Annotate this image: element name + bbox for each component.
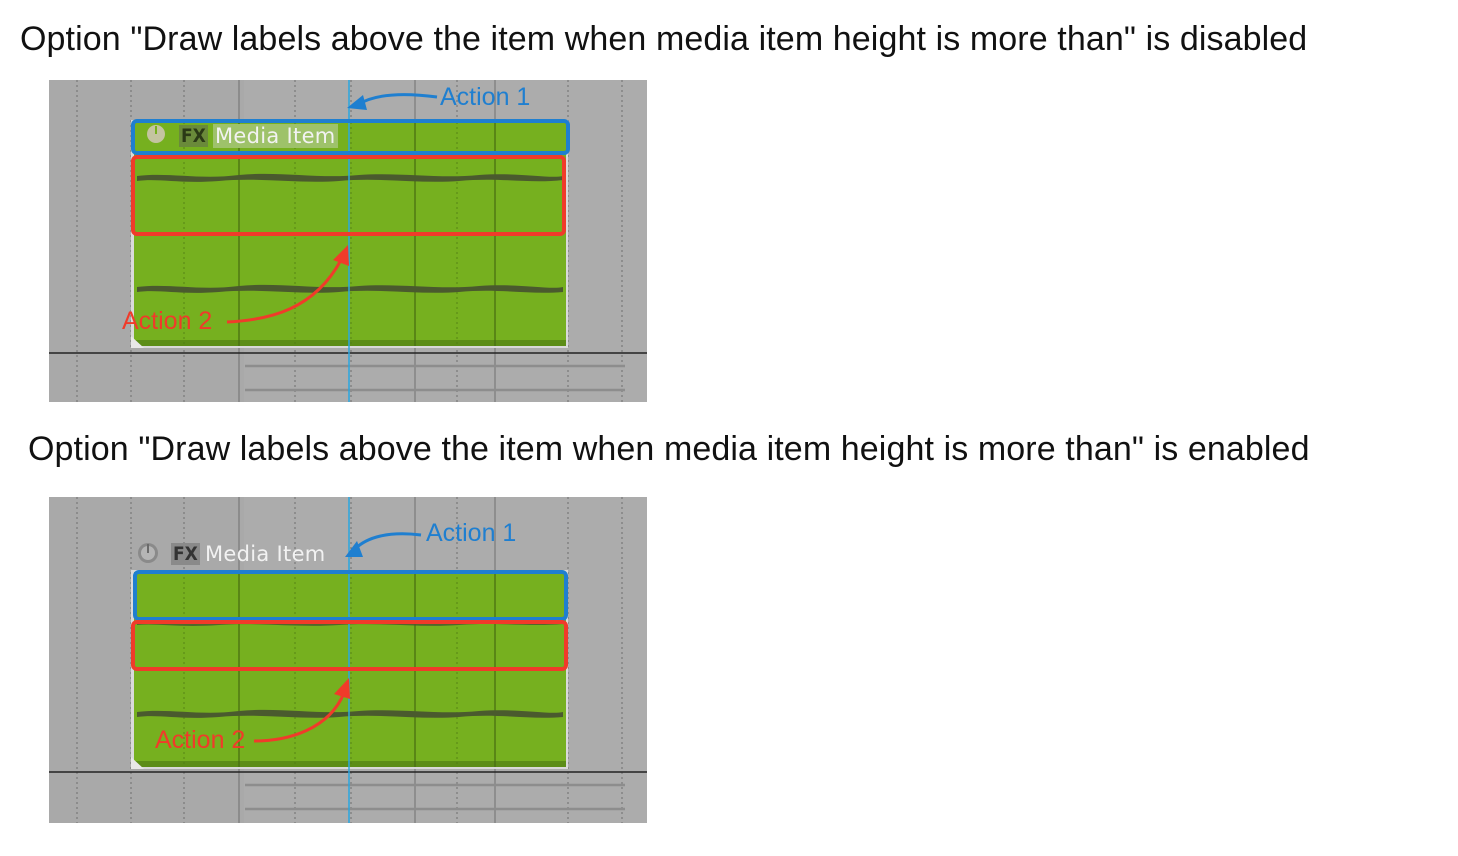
arrange-view-enabled: FX Media Item Action 1 Action 2 bbox=[49, 497, 647, 823]
fx-badge-icon[interactable]: FX bbox=[171, 543, 200, 565]
media-item-label: Media Item bbox=[213, 124, 338, 148]
action1-callout: Action 1 bbox=[426, 519, 517, 547]
action1-callout: Action 1 bbox=[440, 83, 531, 111]
action2-callout: Action 2 bbox=[122, 307, 213, 335]
heading-disabled: Option "Draw labels above the item when … bbox=[20, 20, 1308, 58]
arrange-canvas bbox=[49, 80, 647, 402]
media-item-label: Media Item bbox=[205, 542, 326, 566]
action2-callout: Action 2 bbox=[155, 726, 246, 754]
heading-enabled: Option "Draw labels above the item when … bbox=[28, 430, 1310, 468]
arrange-view-disabled: FX Media Item Action 1 Action 2 bbox=[49, 80, 647, 402]
fx-badge-icon[interactable]: FX bbox=[179, 125, 208, 147]
arrange-canvas bbox=[49, 497, 647, 823]
